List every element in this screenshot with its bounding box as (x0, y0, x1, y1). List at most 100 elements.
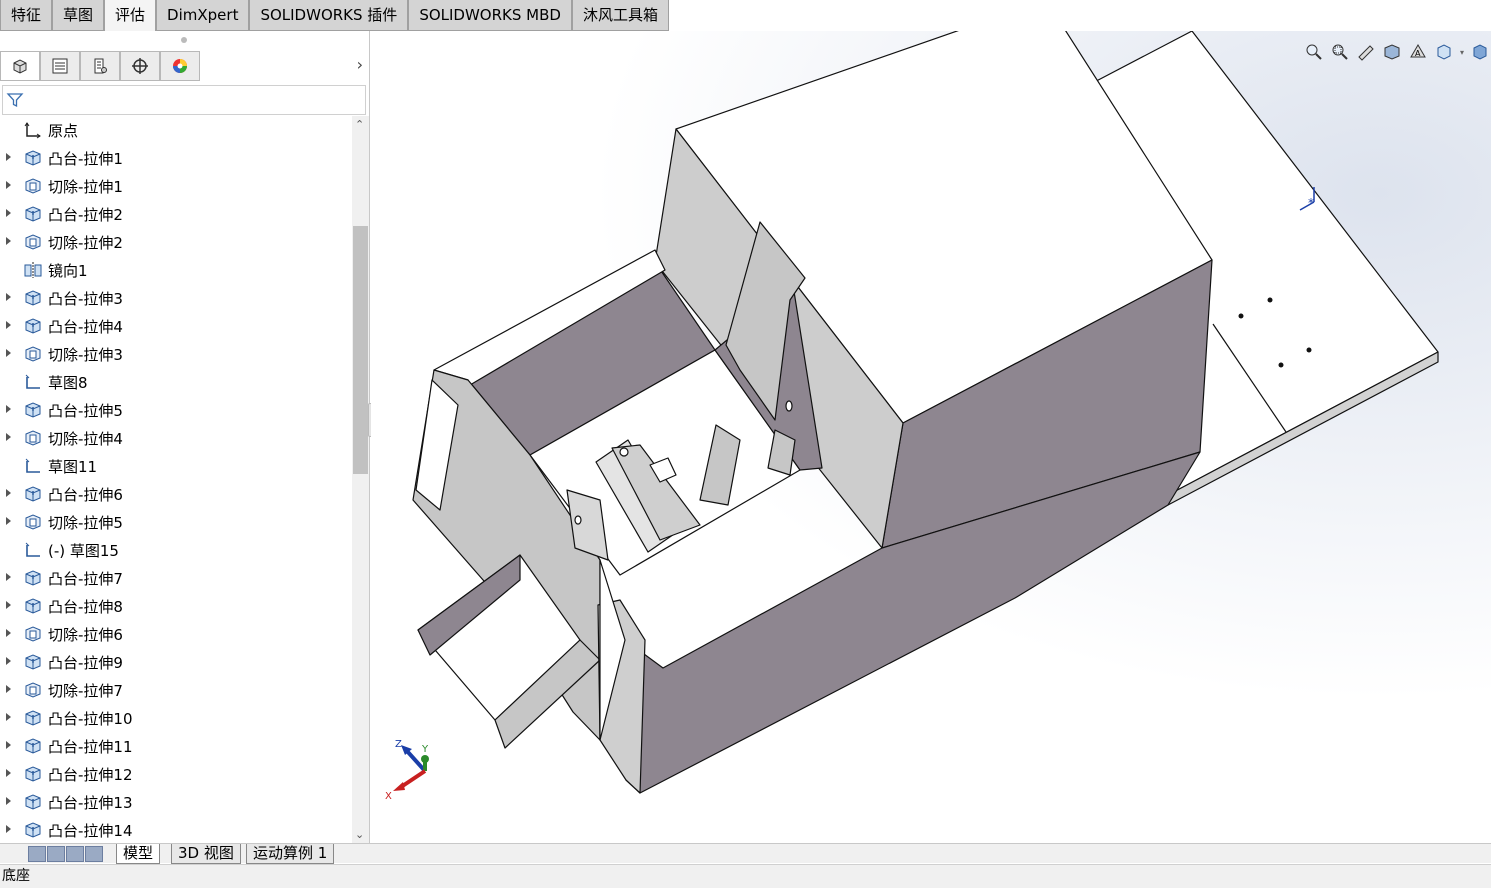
bottom-tab-0[interactable]: 模型 (116, 844, 161, 864)
tree-item[interactable]: 凸台-拉伸4 (0, 312, 352, 340)
scroll-down-icon[interactable]: ⌄ (355, 828, 364, 841)
tab-4[interactable]: SOLIDWORKS 插件 (249, 0, 409, 31)
tree-item-label: 原点 (48, 122, 79, 140)
dimxpertmanager-icon (132, 58, 148, 74)
expand-arrow-icon[interactable] (6, 629, 11, 637)
expand-arrow-icon[interactable] (6, 573, 11, 581)
last-tab-icon[interactable] (85, 846, 103, 862)
expand-arrow-icon[interactable] (6, 601, 11, 609)
expand-arrow-icon[interactable] (6, 797, 11, 805)
tree-item[interactable]: 切除-拉伸3 (0, 340, 352, 368)
tree-item[interactable]: 切除-拉伸7 (0, 676, 352, 704)
dropdown-caret-icon[interactable]: ▾ (1457, 48, 1467, 57)
tree-item[interactable]: 切除-拉伸1 (0, 172, 352, 200)
expand-arrow-icon[interactable] (6, 713, 11, 721)
tab-2[interactable]: 评估 (104, 0, 157, 31)
part-model[interactable]: * (371, 31, 1491, 843)
tree-item-label: 草图8 (48, 374, 88, 392)
tree-item-label: 镜向1 (48, 262, 88, 280)
scroll-up-icon[interactable]: ⌃ (355, 118, 364, 131)
expand-arrow-icon[interactable] (6, 825, 11, 833)
bottom-tab-bar: 模型 3D 视图 运动算例 1 (0, 843, 1491, 864)
view-orientation-icon[interactable] (1431, 39, 1457, 65)
tree-item[interactable]: 凸台-拉伸8 (0, 592, 352, 620)
tree-item[interactable]: 凸台-拉伸12 (0, 760, 352, 788)
expand-arrow-icon[interactable] (6, 489, 11, 497)
configurationmanager-icon (94, 58, 107, 74)
graphics-area[interactable]: * A▾▾▾▾▾ Z Y X (371, 31, 1491, 843)
tree-item[interactable]: 凸台-拉伸6 (0, 480, 352, 508)
tree-item[interactable]: 凸台-拉伸10 (0, 704, 352, 732)
tree-item-label: 切除-拉伸2 (48, 234, 123, 252)
tab-5[interactable]: SOLIDWORKS MBD (408, 0, 572, 31)
propertymanager-tab[interactable] (40, 51, 80, 81)
tab-1[interactable]: 草图 (52, 0, 105, 31)
bottom-tab-1[interactable]: 3D 视图 (171, 844, 241, 864)
tab-6[interactable]: 沐风工具箱 (571, 0, 669, 31)
scroll-thumb[interactable] (353, 226, 368, 474)
zoom-to-fit-icon[interactable] (1301, 39, 1327, 65)
expand-arrow-icon[interactable] (6, 181, 11, 189)
tree-item[interactable]: 凸台-拉伸2 (0, 200, 352, 228)
previous-view-icon[interactable] (1353, 39, 1379, 65)
tree-item[interactable]: 切除-拉伸4 (0, 424, 352, 452)
expand-arrow-icon[interactable] (6, 321, 11, 329)
tree-item[interactable]: 切除-拉伸2 (0, 228, 352, 256)
tree-item[interactable]: 凸台-拉伸11 (0, 732, 352, 760)
tree-item[interactable]: 切除-拉伸5 (0, 508, 352, 536)
filter-icon (6, 93, 24, 108)
next-tab-icon[interactable] (66, 846, 84, 862)
expand-arrow-icon[interactable] (6, 405, 11, 413)
tree-item[interactable]: 原点 (0, 116, 352, 144)
hole (1267, 297, 1273, 303)
mirror-icon (24, 261, 42, 279)
expand-arrow-icon[interactable] (6, 209, 11, 217)
expand-arrow-icon[interactable] (6, 517, 11, 525)
panel-grip[interactable] (181, 37, 187, 43)
tree-scrollbar[interactable]: ⌃ ⌄ (352, 116, 369, 843)
tree-item[interactable]: 草图8 (0, 368, 352, 396)
tab-3[interactable]: DimXpert (156, 0, 250, 31)
dimxpertmanager-tab[interactable] (120, 51, 160, 81)
first-tab-icon[interactable] (28, 846, 46, 862)
expand-arrow-icon[interactable] (6, 741, 11, 749)
display-style-icon[interactable] (1467, 39, 1491, 65)
expand-arrow-icon[interactable] (6, 237, 11, 245)
chevron-right-icon[interactable]: › (357, 55, 363, 74)
tree-item[interactable]: 凸台-拉伸5 (0, 396, 352, 424)
tree-item[interactable]: 凸台-拉伸7 (0, 564, 352, 592)
displaymanager-icon (173, 59, 187, 73)
dynamic-annotation-icon[interactable]: A (1405, 39, 1431, 65)
expand-arrow-icon[interactable] (6, 657, 11, 665)
boss-extrude-icon (24, 289, 42, 307)
expand-arrow-icon[interactable] (6, 769, 11, 777)
bottom-tab-2[interactable]: 运动算例 1 (246, 844, 335, 864)
expand-arrow-icon[interactable] (6, 433, 11, 441)
tree-item[interactable]: 凸台-拉伸14 (0, 816, 352, 843)
displaymanager-tab[interactable] (160, 51, 200, 81)
feature-filter-bar[interactable] (2, 85, 366, 115)
status-bar: 底座 (0, 864, 1491, 888)
tree-item[interactable]: 凸台-拉伸3 (0, 284, 352, 312)
tree-item[interactable]: 切除-拉伸6 (0, 620, 352, 648)
tree-item[interactable]: 凸台-拉伸13 (0, 788, 352, 816)
featuremanager-tab[interactable] (0, 51, 40, 81)
section-view-icon[interactable] (1379, 39, 1405, 65)
prev-tab-icon[interactable] (47, 846, 65, 862)
tree-item-label: 凸台-拉伸1 (48, 150, 123, 168)
tree-item[interactable]: 凸台-拉伸9 (0, 648, 352, 676)
hole (1306, 347, 1312, 353)
boss-extrude-icon (24, 401, 42, 419)
tree-item[interactable]: 凸台-拉伸1 (0, 144, 352, 172)
zoom-to-area-icon[interactable] (1327, 39, 1353, 65)
configurationmanager-tab[interactable] (80, 51, 120, 81)
tree-item[interactable]: 镜向1 (0, 256, 352, 284)
tree-item[interactable]: (-) 草图15 (0, 536, 352, 564)
expand-arrow-icon[interactable] (6, 349, 11, 357)
expand-arrow-icon[interactable] (6, 153, 11, 161)
expand-arrow-icon[interactable] (6, 685, 11, 693)
tree-item-label: 凸台-拉伸8 (48, 598, 123, 616)
tree-item[interactable]: 草图11 (0, 452, 352, 480)
expand-arrow-icon[interactable] (6, 293, 11, 301)
tab-0[interactable]: 特征 (0, 0, 53, 31)
